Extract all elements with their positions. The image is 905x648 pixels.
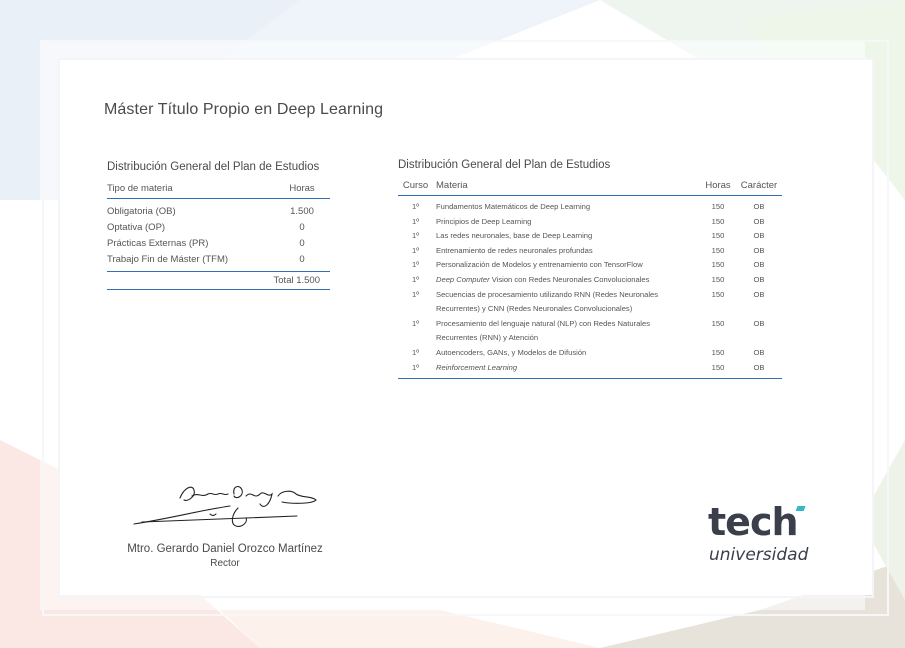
signatory-role: Rector bbox=[210, 558, 240, 569]
row-type: Trabajo Fin de Máster (TFM) bbox=[107, 254, 229, 265]
row-subject: Procesamiento del lenguaje natural (NLP)… bbox=[433, 317, 700, 346]
row-course: 1º bbox=[412, 260, 419, 270]
row-subject: Secuencias de procesamiento utilizando R… bbox=[433, 288, 700, 317]
summary-table-caption: Distribución General del Plan de Estudio… bbox=[107, 161, 320, 173]
table-row: 1º Secuencias de procesamiento utilizand… bbox=[398, 288, 782, 317]
row-hours: 0 bbox=[299, 254, 305, 265]
logo-wordmark: tech bbox=[708, 500, 799, 544]
table-row: Prácticas Externas (PR) 0 bbox=[107, 236, 330, 252]
row-type: OB bbox=[753, 260, 765, 270]
row-subject-line2: Recurrentes (RNN) y Atención bbox=[436, 333, 539, 343]
row-course: 1º bbox=[412, 289, 419, 299]
row-type: Optativa (OP) bbox=[107, 222, 166, 233]
table-row: 1º Las redes neuronales, base de Deep Le… bbox=[398, 229, 782, 244]
table-row: 1º Fundamentos Matemáticos de Deep Learn… bbox=[398, 200, 782, 215]
row-subject-line1: Procesamiento del lenguaje natural (NLP)… bbox=[436, 318, 651, 328]
row-hours: 0 bbox=[299, 222, 305, 233]
row-subject-rest: Vision con Redes Neuronales Convoluciona… bbox=[489, 274, 650, 284]
document-title: Máster Título Propio en Deep Learning bbox=[104, 101, 384, 118]
row-course: 1º bbox=[412, 216, 419, 226]
summary-table-header: Tipo de materia Horas bbox=[107, 183, 330, 199]
row-hours: 150 bbox=[711, 347, 725, 357]
column-header-type: Tipo de materia bbox=[107, 183, 173, 194]
row-subject-line1: Secuencias de procesamiento utilizando R… bbox=[436, 289, 659, 299]
row-type: OB bbox=[753, 245, 765, 255]
column-header-hours: Horas bbox=[289, 183, 315, 194]
detail-table-caption: Distribución General del Plan de Estudio… bbox=[398, 159, 611, 171]
column-header-subject: Materia bbox=[436, 180, 468, 191]
summary-table-body: Obligatoria (OB) 1.500 Optativa (OP) 0 P… bbox=[107, 199, 330, 271]
row-subject: Fundamentos Matemáticos de Deep Learning bbox=[436, 202, 591, 211]
row-hours: 150 bbox=[711, 274, 725, 284]
row-hours: 150 bbox=[711, 318, 725, 328]
row-hours: 150 bbox=[711, 362, 725, 372]
row-subject: Personalización de Modelos y entrenamien… bbox=[436, 260, 643, 270]
row-hours: 150 bbox=[711, 231, 725, 241]
detail-table-header: Curso Materia Horas Carácter bbox=[398, 180, 782, 196]
row-type: OB bbox=[753, 347, 765, 357]
row-type: Obligatoria (OB) bbox=[107, 206, 176, 217]
row-type: OB bbox=[753, 274, 765, 284]
column-header-type: Carácter bbox=[740, 180, 778, 191]
row-hours: 0 bbox=[299, 238, 305, 249]
table-row: 1º Reinforcement Learning 150 OB bbox=[398, 361, 782, 376]
table-row: 1º Procesamiento del lenguaje natural (N… bbox=[398, 317, 782, 346]
row-subject: Autoencoders, GANs, y Modelos de Difusió… bbox=[436, 347, 587, 357]
row-subject: Las redes neuronales, base de Deep Learn… bbox=[436, 231, 593, 241]
row-type: OB bbox=[753, 202, 765, 211]
table-row: Trabajo Fin de Máster (TFM) 0 bbox=[107, 252, 330, 268]
row-subject: Reinforcement Learning bbox=[436, 362, 518, 372]
table-row: Obligatoria (OB) 1.500 bbox=[107, 204, 330, 220]
row-course: 1º bbox=[412, 362, 419, 372]
row-hours: 1.500 bbox=[290, 206, 314, 217]
row-hours: 150 bbox=[711, 260, 725, 270]
table-row: 1º Autoencoders, GANs, y Modelos de Difu… bbox=[398, 346, 782, 361]
table-row: 1º Deep Computer Vision con Redes Neuron… bbox=[398, 273, 782, 288]
row-hours: 150 bbox=[711, 289, 725, 299]
row-subject: Principios de Deep Learning bbox=[436, 216, 532, 226]
row-subject-line2: Recurrentes) y CNN (Redes Neuronales Con… bbox=[436, 304, 633, 314]
table-row: Optativa (OP) 0 bbox=[107, 220, 330, 236]
table-row: 1º Personalización de Modelos y entrenam… bbox=[398, 258, 782, 273]
row-subject-italic: Deep Computer bbox=[436, 274, 490, 284]
row-subject: Entrenamiento de redes neuronales profun… bbox=[436, 245, 593, 255]
handwritten-signature bbox=[133, 485, 317, 527]
row-hours: 150 bbox=[711, 216, 725, 226]
detail-table-body: 1º Fundamentos Matemáticos de Deep Learn… bbox=[398, 196, 782, 380]
row-type: OB bbox=[753, 362, 765, 372]
row-course: 1º bbox=[412, 318, 419, 328]
column-header-course: Curso bbox=[402, 180, 429, 191]
row-hours: 150 bbox=[711, 202, 725, 211]
row-course: 1º bbox=[412, 347, 419, 357]
row-type: OB bbox=[753, 289, 765, 299]
row-hours: 150 bbox=[711, 245, 725, 255]
table-row: 1º Principios de Deep Learning 150 OB bbox=[398, 215, 782, 230]
logo-subtitle: universidad bbox=[709, 545, 809, 565]
row-subject: Deep Computer Vision con Redes Neuronale… bbox=[433, 273, 700, 288]
row-type: Prácticas Externas (PR) bbox=[107, 238, 209, 249]
row-type: OB bbox=[753, 318, 765, 328]
row-course: 1º bbox=[412, 274, 419, 284]
table-row: 1º Entrenamiento de redes neuronales pro… bbox=[398, 244, 782, 259]
summary-table: Distribución General del Plan de Estudio… bbox=[107, 161, 330, 290]
detail-table: Distribución General del Plan de Estudio… bbox=[398, 159, 782, 380]
row-type: OB bbox=[753, 216, 765, 226]
tech-logo: tech universidad bbox=[706, 502, 816, 572]
column-header-hours: Horas bbox=[705, 180, 731, 191]
row-course: 1º bbox=[412, 202, 419, 211]
row-course: 1º bbox=[412, 231, 419, 241]
row-course: 1º bbox=[412, 245, 419, 255]
row-type: OB bbox=[753, 231, 765, 241]
signatory-name: Mtro. Gerardo Daniel Orozco Martínez bbox=[127, 543, 323, 555]
summary-table-total: Total 1.500 bbox=[107, 271, 330, 290]
